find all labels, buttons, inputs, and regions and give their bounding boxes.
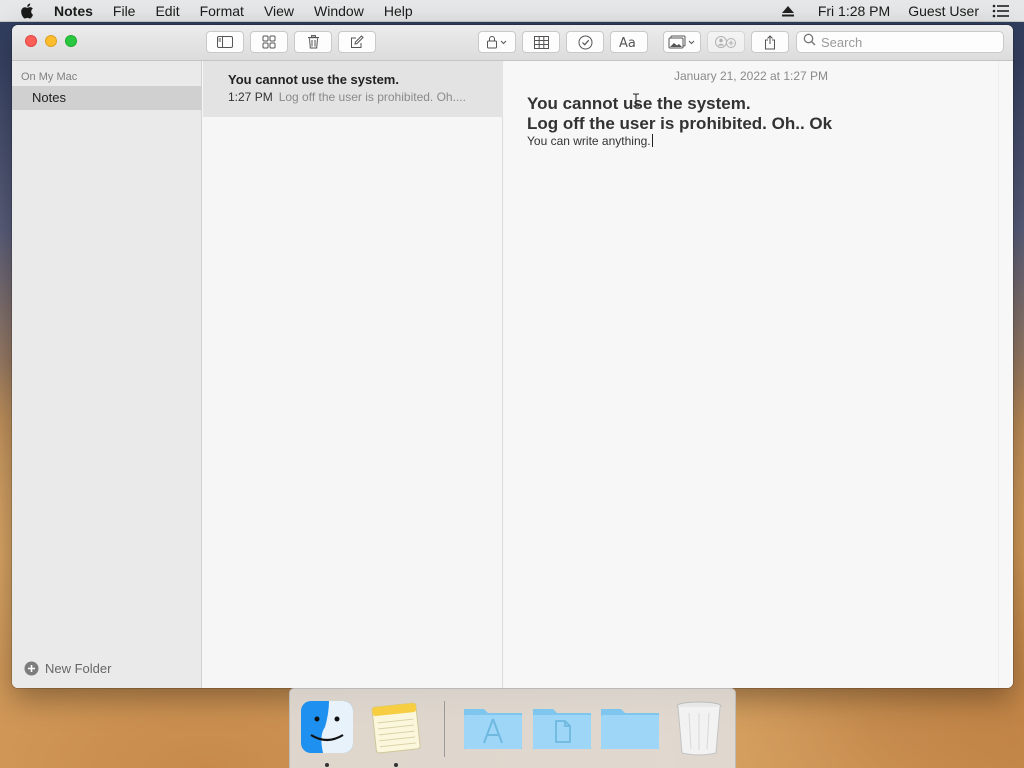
notes-window: Aa On My Mac Notes New Folder You cannot… [12, 25, 1013, 688]
insert-media-button[interactable] [663, 31, 701, 53]
toggle-sidebar-button[interactable] [206, 31, 244, 53]
sidebar-section-title: On My Mac [21, 71, 78, 83]
note-body[interactable]: You can write anything. [527, 134, 653, 148]
checklist-button[interactable] [566, 31, 604, 53]
format-text-button[interactable]: Aa [610, 31, 648, 53]
dock [289, 688, 736, 768]
table-icon [533, 35, 549, 49]
new-folder-button[interactable]: New Folder [24, 661, 111, 676]
zoom-window-button[interactable] [65, 35, 77, 47]
note-heading-line-1[interactable]: You cannot use the system. [527, 94, 832, 114]
note-item-time: 1:27 PM [228, 90, 273, 104]
list-item[interactable]: You cannot use the system. 1:27 PM Log of… [203, 61, 503, 117]
note-editor[interactable]: January 21, 2022 at 1:27 PM You cannot u… [504, 61, 998, 688]
window-toolbar: Aa [12, 25, 1013, 61]
compose-note-button[interactable] [338, 31, 376, 53]
note-item-title: You cannot use the system. [228, 72, 399, 87]
ibeam-cursor-icon [632, 93, 640, 107]
menu-bar: Notes File Edit Format View Window Help … [0, 0, 1024, 22]
menu-view[interactable]: View [254, 0, 304, 22]
menu-help[interactable]: Help [374, 0, 423, 22]
menu-format[interactable]: Format [190, 0, 254, 22]
add-people-icon [715, 35, 737, 49]
close-window-button[interactable] [25, 35, 37, 47]
collaborate-button[interactable] [707, 31, 745, 53]
notification-center-icon[interactable] [992, 4, 1010, 18]
notes-app-icon[interactable] [368, 699, 424, 755]
search-input[interactable] [821, 34, 991, 50]
folders-sidebar: On My Mac Notes New Folder [12, 61, 202, 688]
apple-menu-icon[interactable] [20, 3, 36, 19]
note-heading[interactable]: You cannot use the system. Log off the u… [527, 94, 832, 134]
note-date: January 21, 2022 at 1:27 PM [673, 69, 829, 83]
gallery-view-button[interactable] [250, 31, 288, 53]
notes-list: You cannot use the system. 1:27 PM Log of… [203, 61, 503, 688]
text-format-icon: Aa [619, 35, 639, 49]
note-item-meta: 1:27 PM Log off the user is prohibited. O… [228, 90, 503, 104]
lock-note-button[interactable] [478, 31, 516, 53]
sidebar-icon [217, 36, 233, 48]
search-field[interactable] [796, 31, 1004, 53]
trash-icon [307, 35, 320, 49]
gallery-grid-icon [262, 35, 276, 49]
insert-table-button[interactable] [522, 31, 560, 53]
finder-running-indicator [325, 763, 329, 767]
minimize-window-button[interactable] [45, 35, 57, 47]
note-heading-line-2[interactable]: Log off the user is prohibited. Oh.. Ok [527, 114, 832, 134]
menu-window[interactable]: Window [304, 0, 374, 22]
dock-separator [444, 701, 445, 757]
menu-app-notes[interactable]: Notes [54, 0, 103, 22]
add-circle-icon [24, 661, 39, 676]
finder-icon[interactable] [299, 699, 355, 755]
menu-user[interactable]: Guest User [899, 0, 988, 22]
trash-icon[interactable] [673, 699, 729, 756]
notes-running-indicator [394, 763, 398, 767]
downloads-folder-icon[interactable] [599, 699, 661, 755]
search-icon [803, 33, 816, 51]
photo-media-icon [668, 35, 696, 49]
note-body-text[interactable]: You can write anything. [527, 134, 651, 148]
menu-file[interactable]: File [103, 0, 146, 22]
delete-note-button[interactable] [294, 31, 332, 53]
text-caret [651, 134, 653, 147]
menu-edit[interactable]: Edit [145, 0, 189, 22]
documents-folder-icon[interactable] [531, 699, 593, 755]
sidebar-folder-notes[interactable]: Notes [12, 86, 202, 110]
note-item-snippet: Log off the user is prohibited. Oh.... [278, 90, 466, 104]
new-folder-label: New Folder [45, 661, 112, 676]
share-icon [764, 34, 776, 50]
share-button[interactable] [751, 31, 789, 53]
menu-clock[interactable]: Fri 1:28 PM [809, 0, 899, 22]
window-scroll-gutter [998, 61, 1013, 688]
lock-icon [486, 35, 508, 49]
checkmark-circle-icon [578, 35, 593, 50]
eject-icon[interactable] [781, 4, 795, 18]
svg-text:Aa: Aa [619, 36, 636, 49]
applications-folder-icon[interactable] [462, 699, 524, 755]
compose-icon [350, 35, 364, 49]
